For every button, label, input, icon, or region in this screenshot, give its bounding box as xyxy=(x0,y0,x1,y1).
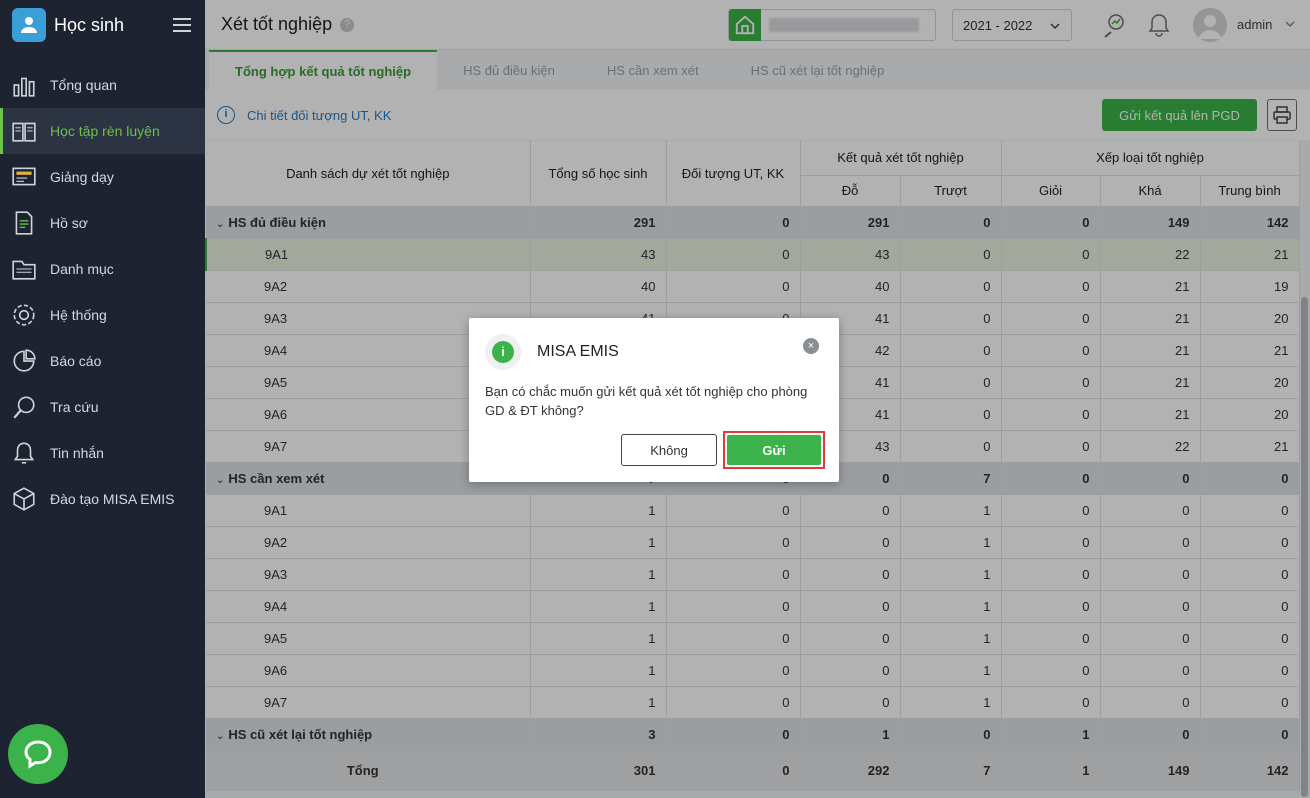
sidebar: Học sinh Tổng quan Học tập rèn luyện Giảng… xyxy=(0,0,205,798)
info-icon: i xyxy=(492,341,514,363)
cancel-button[interactable]: Không xyxy=(621,434,717,466)
board-icon xyxy=(10,163,38,191)
document-icon xyxy=(10,209,38,237)
sidebar-item-label: Tin nhắn xyxy=(50,445,104,461)
brand: Học sinh xyxy=(0,0,205,50)
sidebar-item-3[interactable]: Hồ sơ xyxy=(0,200,205,246)
sidebar-item-8[interactable]: Tin nhắn xyxy=(0,430,205,476)
search-icon xyxy=(10,393,38,421)
sidebar-item-label: Hệ thống xyxy=(50,307,107,323)
folder-icon xyxy=(10,255,38,283)
sidebar-item-0[interactable]: Tổng quan xyxy=(0,62,205,108)
cube-icon xyxy=(10,485,38,513)
student-logo-icon xyxy=(12,8,46,42)
sidebar-item-label: Danh mục xyxy=(50,261,114,277)
pie-chart-icon xyxy=(10,347,38,375)
sidebar-item-2[interactable]: Giảng dạy xyxy=(0,154,205,200)
sidebar-item-label: Tra cứu xyxy=(50,399,99,415)
sidebar-item-4[interactable]: Danh mục xyxy=(0,246,205,292)
sidebar-item-7[interactable]: Tra cứu xyxy=(0,384,205,430)
chart-bars-icon xyxy=(10,71,38,99)
chat-support-button[interactable] xyxy=(8,724,68,784)
sidebar-item-label: Hồ sơ xyxy=(50,215,88,231)
send-confirm-button[interactable]: Gửi xyxy=(727,435,821,465)
confirm-dialog: i MISA EMIS × Bạn có chắc muốn gửi kết q… xyxy=(469,318,839,482)
bell-icon xyxy=(10,439,38,467)
sidebar-item-label: Báo cáo xyxy=(50,353,102,369)
app-title: Học sinh xyxy=(54,14,125,35)
sidebar-item-1[interactable]: Học tập rèn luyện xyxy=(0,108,205,154)
sidebar-item-label: Đào tạo MISA EMIS xyxy=(50,491,175,507)
dialog-message: Bạn có chắc muốn gửi kết quả xét tốt ngh… xyxy=(485,384,808,418)
menu-toggle-icon[interactable] xyxy=(173,18,191,32)
book-icon xyxy=(10,117,38,145)
dialog-title: MISA EMIS xyxy=(537,343,619,360)
sidebar-item-6[interactable]: Báo cáo xyxy=(0,338,205,384)
sidebar-nav: Tổng quan Học tập rèn luyện Giảng dạy Hồ sơ… xyxy=(0,62,205,522)
dialog-icon-wrap: i xyxy=(485,334,521,370)
sidebar-item-label: Học tập rèn luyện xyxy=(50,123,160,139)
sidebar-item-label: Tổng quan xyxy=(50,77,117,93)
chat-icon xyxy=(24,740,52,769)
sidebar-item-label: Giảng dạy xyxy=(50,169,114,185)
close-icon[interactable]: × xyxy=(803,338,819,354)
sidebar-item-5[interactable]: Hệ thống xyxy=(0,292,205,338)
gear-icon xyxy=(10,301,38,329)
sidebar-item-9[interactable]: Đào tạo MISA EMIS xyxy=(0,476,205,522)
confirm-button-highlight: Gửi xyxy=(723,431,825,469)
